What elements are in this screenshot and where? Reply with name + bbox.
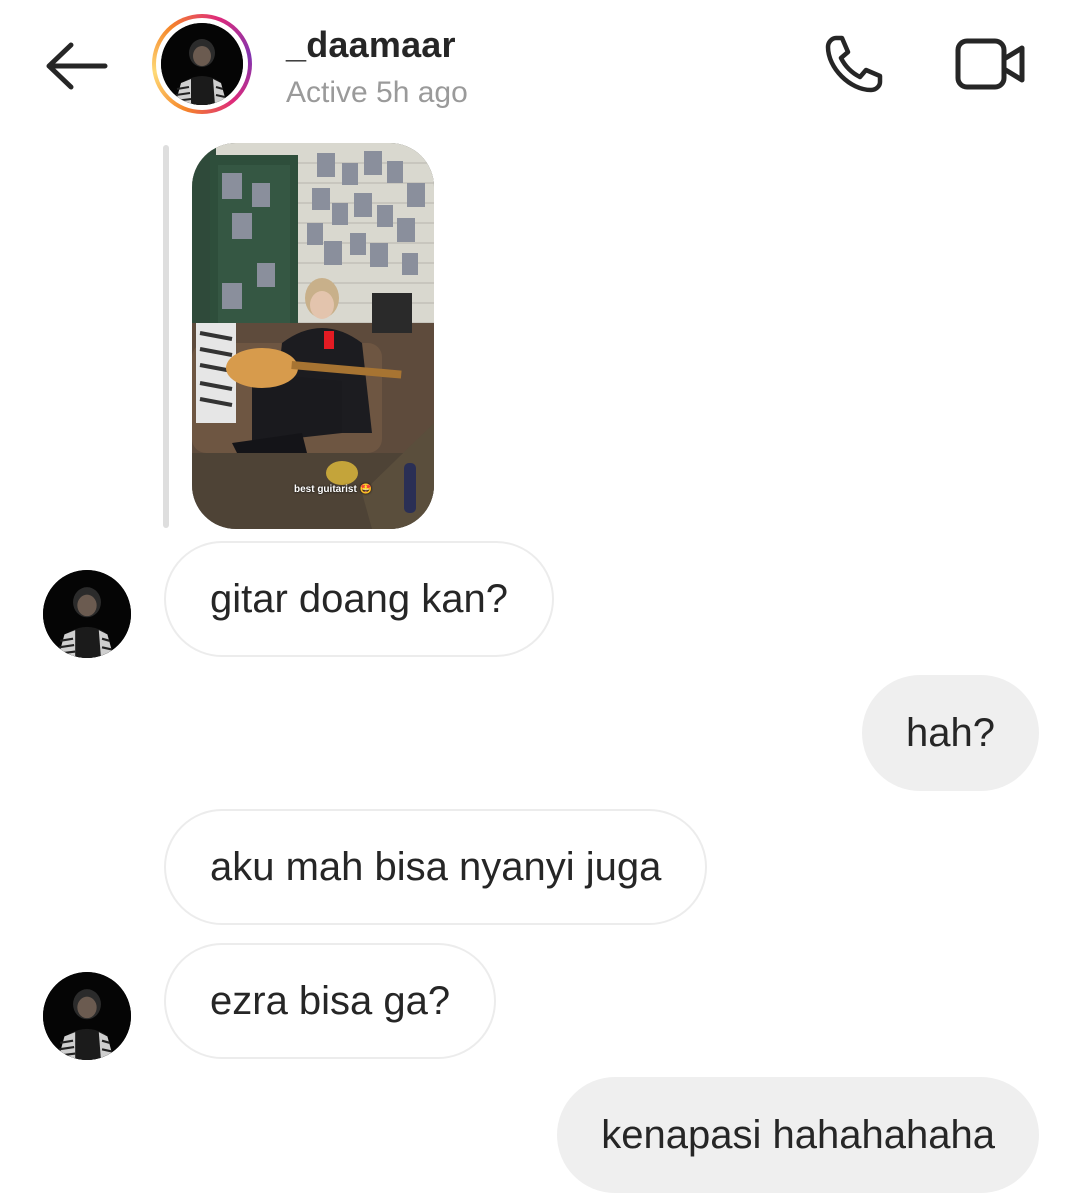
video-call-button[interactable] [950,30,1032,102]
message-text: ezra bisa ga? [210,979,451,1023]
arrow-left-icon [43,41,109,96]
message-text: hah? [906,711,995,755]
header-avatar[interactable] [152,14,252,114]
profile-photo [161,23,243,105]
back-button[interactable] [40,40,112,96]
reply-indicator-bar [163,145,169,528]
message-text: aku mah bisa nyanyi juga [210,845,662,889]
message-bubble-outgoing[interactable]: kenapasi hahahahaha [557,1077,1039,1193]
chat-username[interactable]: _daamaar [286,24,456,66]
phone-icon [822,32,886,101]
shared-story-thumbnail[interactable]: best guitarist 🤩 [192,143,434,529]
message-text: gitar doang kan? [210,577,509,621]
sender-avatar[interactable] [43,972,131,1060]
voice-call-button[interactable] [818,30,890,102]
message-bubble-incoming[interactable]: gitar doang kan? [164,541,555,657]
active-status: Active 5h ago [286,76,468,109]
story-caption: best guitarist 🤩 [293,484,373,495]
sender-avatar[interactable] [43,570,131,658]
message-bubble-outgoing[interactable]: hah? [862,675,1039,791]
message-bubble-incoming[interactable]: ezra bisa ga? [164,943,497,1059]
message-text: kenapasi hahahahaha [601,1113,995,1157]
video-camera-icon [954,34,1028,99]
message-bubble-incoming[interactable]: aku mah bisa nyanyi juga [164,809,708,925]
